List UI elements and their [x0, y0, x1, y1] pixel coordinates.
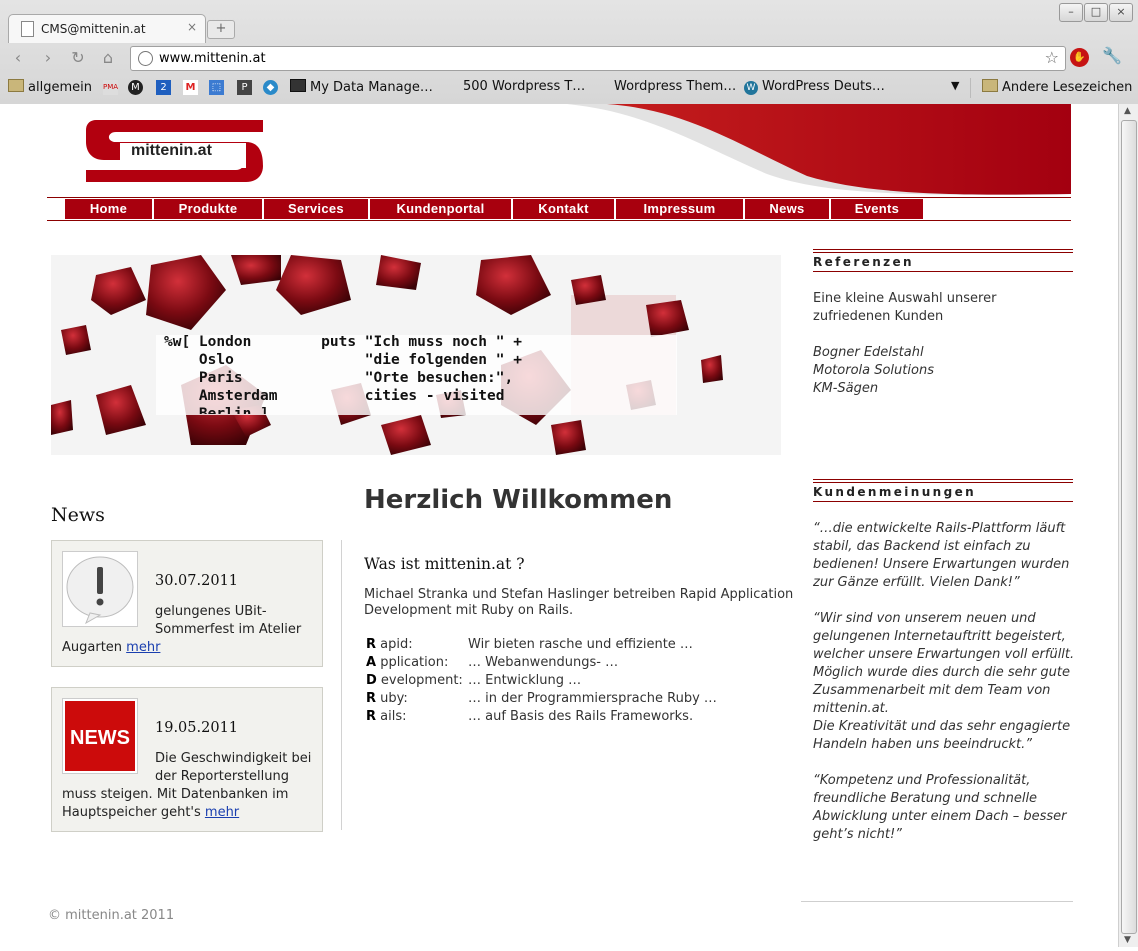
nav-home[interactable]: Home [65, 199, 152, 219]
client-list: Bogner Edelstahl Motorola Solutions KM-S… [813, 344, 1075, 398]
tab-title: CMS@mittenin.at [41, 22, 146, 36]
wrench-icon[interactable]: 🔧 [1102, 46, 1122, 65]
motorola-icon[interactable]: M [128, 80, 143, 95]
pma-icon[interactable]: PMA [103, 80, 118, 95]
nav-kundenportal[interactable]: Kundenportal [370, 199, 511, 219]
nav-news[interactable]: News [745, 199, 829, 219]
chevron-down-icon[interactable]: ▼ [951, 79, 959, 92]
sidebar-rule [813, 252, 1073, 253]
page-title: Herzlich Willkommen [364, 485, 673, 515]
scroll-up-icon[interactable]: ▲ [1124, 106, 1131, 116]
close-window-icon[interactable]: × [1109, 3, 1133, 22]
bookmark-divider [970, 78, 971, 98]
kundenmeinungen-heading: Kundenmeinungen [813, 485, 977, 499]
nav-impressum[interactable]: Impressum [616, 199, 743, 219]
client-item: KM-Sägen [813, 381, 879, 396]
bookmark-star-icon[interactable]: ☆ [1045, 48, 1059, 67]
p-icon[interactable]: P [237, 80, 252, 95]
scroll-down-icon[interactable]: ▼ [1124, 935, 1131, 945]
referenzen-heading: Referenzen [813, 255, 915, 269]
minimize-icon[interactable]: – [1059, 3, 1083, 22]
url-text[interactable]: www.mittenin.at [159, 51, 266, 66]
main-nav: Home Produkte Services Kundenportal Kont… [47, 199, 1071, 219]
section-heading: Was ist mittenin.at ? [364, 555, 525, 573]
bookmark-500-wordpress[interactable]: 500 Wordpress T… [463, 79, 585, 94]
browser-chrome: CMS@mittenin.at × + – □ × ‹ › ↻ ⌂ www.mi… [0, 0, 1138, 105]
forward-icon[interactable]: › [36, 46, 60, 70]
other-bookmarks[interactable]: Andere Lesezeichen [982, 79, 1132, 95]
close-tab-icon[interactable]: × [187, 20, 197, 34]
news-item: NEWS 19.05.2011 Die Geschwindigkeit bei … [51, 687, 323, 832]
nav-border-bottom [47, 220, 1071, 221]
sidebar-rule [813, 249, 1073, 250]
referenzen-intro: Eine kleine Auswahl unserer zufriedenen … [813, 291, 997, 324]
wordpress-icon: W [744, 81, 758, 95]
acronym-row: R ails:… auf Basis des Rails Frameworks. [366, 709, 694, 724]
blue-icon[interactable]: ◆ [263, 80, 278, 95]
svg-text:NEWS: NEWS [70, 727, 130, 749]
news-item: 30.07.2011 gelungenes UBit- Sommerfest i… [51, 540, 323, 667]
column-divider [341, 540, 342, 830]
more-link[interactable]: mehr [205, 805, 239, 820]
sidebar-rule [813, 501, 1073, 502]
logo-text[interactable]: mittenin.at [131, 142, 212, 160]
ruby-gems-banner: %w[ London puts "Ich muss noch " + Oslo … [51, 255, 781, 455]
client-item: Motorola Solutions [813, 363, 934, 378]
folder-icon [8, 79, 24, 92]
bookmark-wordpress-themes[interactable]: Wordpress Them… [614, 79, 736, 94]
nav-events[interactable]: Events [831, 199, 923, 219]
more-link[interactable]: mehr [126, 640, 160, 655]
browser-tab[interactable]: CMS@mittenin.at × [8, 14, 206, 43]
footer-rule [801, 901, 1073, 902]
testimonial: Die Kreativität und das sehr engagierte … [813, 719, 1071, 752]
sidebar-rule [813, 482, 1073, 483]
bookmark-allgemein[interactable]: allgemein [8, 79, 92, 95]
news-text: gelungenes UBit- Sommerfest im Atelier A… [62, 604, 302, 655]
bookmark-wordpress-deutsch[interactable]: W WordPress Deuts… [744, 79, 885, 95]
nav-services[interactable]: Services [264, 199, 368, 219]
new-tab-button[interactable]: + [207, 20, 235, 39]
client-item: Bogner Edelstahl [813, 345, 924, 360]
adblock-icon[interactable]: ✋ [1070, 48, 1089, 67]
page-icon [21, 21, 34, 37]
acronym-row: R uby:… in der Programmiersprache Ruby … [366, 691, 717, 706]
nav-border-top [47, 197, 1071, 198]
news-text: Die Geschwindigkeit bei der Reporterstel… [62, 751, 312, 820]
bookmarks-bar: allgemein PMA M 2 M ⬚ P ◆ My Data Manage… [0, 76, 1138, 100]
footer-copyright: © mittenin.at 2011 [48, 908, 175, 923]
acronym-row: D evelopment:… Entwicklung … [366, 673, 582, 688]
scroll-thumb[interactable] [1121, 120, 1137, 934]
vertical-scrollbar[interactable]: ▲ ▼ [1118, 104, 1138, 947]
news-date: 19.05.2011 [155, 720, 239, 736]
folder-icon [982, 79, 998, 92]
testimonial: “…die entwickelte Rails-Plattform läuft … [813, 521, 1070, 590]
sidebar-rule [813, 271, 1073, 272]
ruby-code: %w[ London puts "Ich muss noch " + Oslo … [164, 334, 522, 414]
gmail-icon[interactable]: M [183, 80, 198, 95]
nav-kontakt[interactable]: Kontakt [513, 199, 614, 219]
acronym-row: A pplication:… Webanwendungs- … [366, 655, 619, 670]
web-page: mittenin.at Home Produkte Services Kunde… [0, 104, 1118, 947]
reload-icon[interactable]: ↻ [66, 46, 90, 70]
h-icon [290, 79, 306, 92]
news-heading: News [51, 504, 105, 526]
acronym-row: R apid: Wir bieten rasche und effiziente … [366, 637, 693, 652]
testimonial: “Kompetenz und Professionalität, freundl… [813, 773, 1067, 842]
news-date: 30.07.2011 [155, 573, 239, 589]
globe-icon [138, 51, 153, 66]
maximize-icon[interactable]: □ [1084, 3, 1108, 22]
bookmark-icon[interactable]: ⬚ [209, 80, 224, 95]
intro-text: Michael Stranka und Stefan Haslinger bet… [364, 587, 794, 618]
home-icon[interactable]: ⌂ [96, 46, 120, 70]
two-icon[interactable]: 2 [156, 80, 171, 95]
nav-produkte[interactable]: Produkte [154, 199, 262, 219]
bookmark-my-data[interactable]: My Data Manage… [290, 79, 433, 95]
address-bar[interactable]: www.mittenin.at ☆ [130, 46, 1066, 71]
testimonial: “Wir sind von unserem neuen und gelungen… [813, 611, 1075, 716]
back-icon[interactable]: ‹ [6, 46, 30, 70]
acronym-list: R apid: Wir bieten rasche und effiziente … [366, 637, 717, 727]
sidebar-rule [813, 479, 1073, 480]
